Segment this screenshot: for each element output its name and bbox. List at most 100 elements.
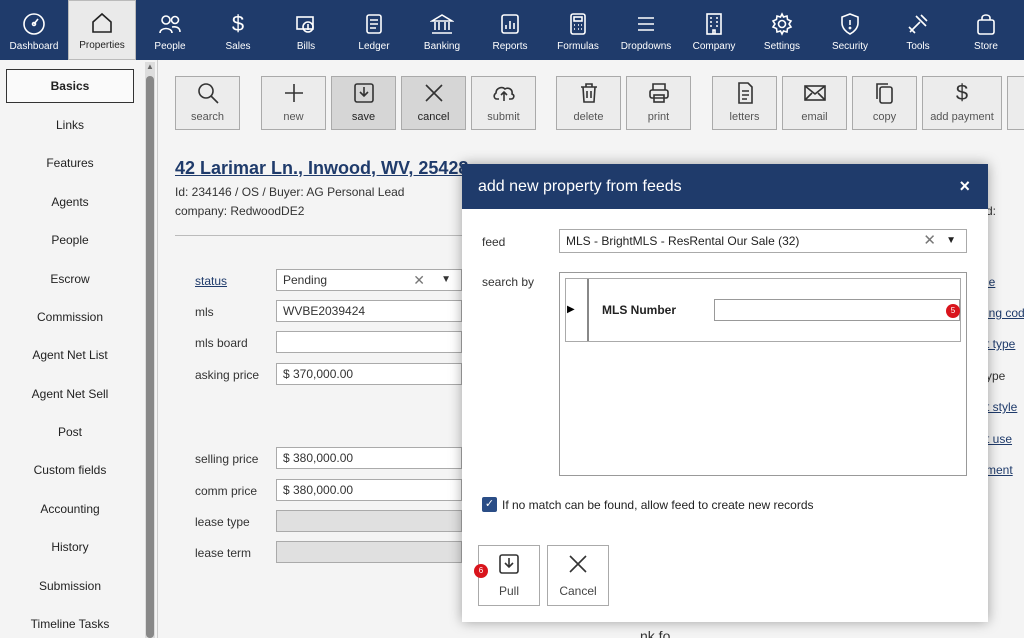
nav-company[interactable]: Company (680, 0, 748, 60)
nav-label: Settings (763, 41, 801, 52)
printer-icon (646, 80, 672, 106)
copy-label: copy (872, 111, 897, 123)
right-link-3[interactable]: t type (986, 337, 1015, 351)
clear-icon[interactable]: ✕ (413, 270, 425, 290)
sidebar-item-agents[interactable]: Agents (6, 187, 134, 217)
clear-icon[interactable]: ✕ (923, 230, 936, 252)
new-button[interactable]: new (261, 76, 326, 130)
caret-down-icon[interactable]: ▼ (946, 230, 956, 252)
create-records-label: If no match can be found, allow feed to … (502, 498, 814, 512)
nav-settings[interactable]: Settings (748, 0, 816, 60)
sidebar-item-agent-net-list[interactable]: Agent Net List (6, 340, 134, 370)
nav-tools[interactable]: Tools (884, 0, 952, 60)
search-row[interactable]: ▶ MLS Number 5 (565, 278, 961, 342)
search-label: search (190, 111, 225, 123)
nav-dropdowns[interactable]: Dropdowns (612, 0, 680, 60)
shield-icon (837, 11, 863, 37)
sidebar-item-agent-net-sell[interactable]: Agent Net Sell (6, 379, 134, 409)
sidebar-item-features[interactable]: Features (6, 148, 134, 178)
nav-label: Dashboard (9, 41, 59, 52)
feed-label: feed (482, 235, 506, 249)
status-select[interactable]: Pending ✕ ▼ (276, 269, 462, 291)
nav-sales[interactable]: $ Sales (204, 0, 272, 60)
sidebar: Basics Links Features Agents People Escr… (0, 60, 158, 638)
nav-label: Company (692, 41, 736, 52)
close-icon[interactable]: × (959, 164, 970, 209)
cancel-button[interactable]: cancel (401, 76, 466, 130)
step-badge-6: 6 (474, 564, 488, 578)
selling-price-field[interactable]: $ 380,000.00 (276, 447, 462, 469)
right-link-7[interactable]: ment (986, 463, 1013, 477)
email-button[interactable]: email (782, 76, 847, 130)
asking-price-field[interactable]: $ 370,000.00 (276, 363, 462, 385)
nav-formulas[interactable]: Formulas (544, 0, 612, 60)
mls-field[interactable]: WVBE2039424 (276, 300, 462, 322)
property-id-line: Id: 234146 / OS / Buyer: AG Personal Lea… (175, 185, 405, 199)
right-label-4: ype (986, 369, 1006, 383)
comm-price-field[interactable]: $ 380,000.00 (276, 479, 462, 501)
sidebar-item-submission[interactable]: Submission (6, 571, 134, 601)
caret-down-icon[interactable]: ▼ (441, 270, 451, 290)
nav-label: Banking (423, 41, 461, 52)
more-toolbar-button[interactable] (1007, 76, 1024, 130)
right-link-2[interactable]: ing cod (986, 306, 1024, 320)
right-link-6[interactable]: t use (986, 432, 1012, 446)
nav-label: Bills (296, 41, 316, 52)
submit-button[interactable]: submit (471, 76, 536, 130)
nav-dashboard[interactable]: Dashboard (0, 0, 68, 60)
nav-label: Formulas (557, 41, 599, 52)
scroll-thumb[interactable] (146, 76, 154, 638)
nav-banking[interactable]: Banking (408, 0, 476, 60)
plus-icon (281, 80, 307, 106)
search-icon (195, 80, 221, 106)
create-records-checkbox[interactable]: ✓ (482, 497, 497, 512)
nav-label: Properties (79, 40, 125, 51)
pull-label: Pull (498, 584, 519, 598)
status-label[interactable]: status (195, 274, 227, 288)
asking-price-label: asking price (195, 368, 260, 382)
mls-board-field[interactable] (276, 331, 462, 353)
sidebar-item-commission[interactable]: Commission (6, 302, 134, 332)
copy-icon (872, 80, 898, 106)
mls-number-input[interactable] (714, 299, 960, 321)
right-link-5[interactable]: t style (986, 400, 1017, 414)
delete-button[interactable]: delete (556, 76, 621, 130)
sidebar-item-escrow[interactable]: Escrow (6, 264, 134, 294)
lease-type-field (276, 510, 462, 532)
sidebar-item-custom-fields[interactable]: Custom fields (6, 455, 134, 485)
sidebar-item-history[interactable]: History (6, 532, 134, 562)
nav-bills[interactable]: Bills (272, 0, 340, 60)
add-payment-button[interactable]: $ add payment (922, 76, 1002, 130)
letters-label: letters (729, 111, 760, 123)
scroll-up-arrow-icon[interactable]: ▲ (145, 62, 155, 72)
modal-cancel-button[interactable]: Cancel (547, 545, 609, 606)
document-icon (732, 80, 758, 106)
sidebar-item-basics[interactable]: Basics (6, 69, 134, 103)
sidebar-item-post[interactable]: Post (6, 417, 134, 447)
calculator-icon (565, 11, 591, 37)
feed-select[interactable]: MLS - BrightMLS - ResRental Our Sale (32… (559, 229, 967, 253)
letters-button[interactable]: letters (712, 76, 777, 130)
modal-header: add new property from feeds × (462, 164, 988, 209)
sidebar-item-timeline-tasks[interactable]: Timeline Tasks (6, 609, 134, 638)
nav-properties[interactable]: Properties (68, 0, 136, 60)
nav-label: People (154, 41, 186, 52)
property-title[interactable]: 42 Larimar Ln., Inwood, WV, 25428 (175, 158, 468, 179)
sidebar-item-people[interactable]: People (6, 225, 134, 255)
nav-store[interactable]: Store (952, 0, 1020, 60)
sidebar-scrollbar[interactable]: ▲ (145, 62, 155, 638)
pull-button[interactable]: Pull (478, 545, 540, 606)
print-button[interactable]: print (626, 76, 691, 130)
feed-value: MLS - BrightMLS - ResRental Our Sale (32… (566, 234, 800, 248)
nav-reports[interactable]: Reports (476, 0, 544, 60)
close-icon (421, 80, 447, 106)
sidebar-item-links[interactable]: Links (6, 110, 134, 140)
copy-button[interactable]: copy (852, 76, 917, 130)
bills-icon (293, 11, 319, 37)
nav-ledger[interactable]: Ledger (340, 0, 408, 60)
nav-people[interactable]: People (136, 0, 204, 60)
sidebar-item-accounting[interactable]: Accounting (6, 494, 134, 524)
nav-security[interactable]: Security (816, 0, 884, 60)
save-button[interactable]: save (331, 76, 396, 130)
search-button[interactable]: search (175, 76, 240, 130)
